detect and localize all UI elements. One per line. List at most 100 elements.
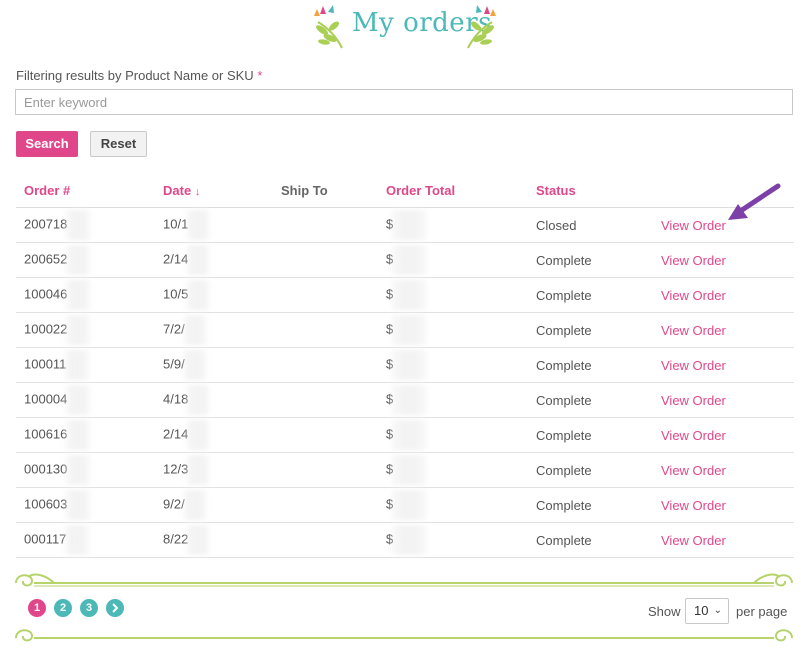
page-3-button[interactable]: 3 [80,599,98,617]
redacted-blur [186,455,211,485]
sort-down-arrow-icon: ↓ [194,185,201,198]
order-total-column-header[interactable]: Order Total [378,173,528,208]
order-number: 100022 [24,321,68,337]
status-cell: Complete [528,487,653,523]
action-cell: View Order [653,452,794,488]
order-number-cell: 000130 [16,452,155,488]
action-cell: View Order [653,522,794,558]
right-floral-ornament-icon [467,5,496,49]
order-total-cell: $ [378,277,528,313]
status-column-header[interactable]: Status [528,173,653,208]
ship-to-cell [273,417,378,453]
chevron-down-icon: ⌄ [713,605,722,616]
order-date: 9/2/ [163,496,185,512]
order-date: 7/2/ [163,321,185,337]
chevron-right-icon [112,603,119,613]
redacted-blur [182,350,207,380]
next-page-button[interactable] [106,599,124,617]
status-cell: Complete [528,417,653,453]
search-button[interactable]: Search [16,131,78,157]
reset-button[interactable]: Reset [90,131,147,157]
order-number: 000117 [24,531,67,547]
order-date: 5/9/ [163,356,185,372]
redacted-blur [186,420,211,450]
order-number-cell: 100046 [16,277,155,313]
filter-label: Filtering results by Product Name or SKU… [16,68,262,83]
order-total-cell: $ [378,312,528,348]
redacted-blur [64,350,91,380]
table-row: 100046 10/5 $ Complete View Order [16,277,794,313]
order-date: 4/18 [163,391,189,407]
table-row: 100022 7/2/ $ Complete View Order [16,312,794,348]
orders-table: Order # Date ↓ Ship To Order Total Statu… [16,173,794,558]
order-number: 100011 [24,356,67,372]
view-order-link[interactable]: View Order [661,463,726,478]
per-page-select[interactable]: 10 ⌄ [685,598,729,624]
status-cell: Complete [528,312,653,348]
ship-to-cell [273,277,378,313]
order-total-cell: $ [378,347,528,383]
order-number-cell: 200652 [16,242,155,278]
order-total-cell: $ [378,417,528,453]
page-1-button[interactable]: 1 [28,599,46,617]
view-order-link[interactable]: View Order [661,533,726,548]
order-total-cell: $ [378,522,528,558]
table-row: 100004 4/18 $ Complete View Order [16,382,794,418]
view-order-link[interactable]: View Order [661,253,726,268]
ship-to-cell [273,452,378,488]
page-2-button[interactable]: 2 [54,599,72,617]
show-label: Show [648,604,681,619]
order-number: 100603 [24,496,68,512]
filter-label-text: Filtering results by Product Name or SKU [16,68,254,83]
date-cell: 10/1 [155,207,273,243]
view-order-link[interactable]: View Order [661,358,726,373]
view-order-link[interactable]: View Order [661,323,726,338]
date-cell: 2/14 [155,242,273,278]
status-cell: Complete [528,452,653,488]
date-column-header[interactable]: Date ↓ [155,173,273,208]
redacted-blur [65,490,92,520]
action-cell: View Order [653,347,794,383]
ship-to-cell [273,487,378,523]
order-number: 100616 [24,426,68,442]
table-row: 100616 2/14 $ Complete View Order [16,417,794,453]
status-cell: Complete [528,242,653,278]
per-page-label: per page [736,604,788,619]
order-number: 200652 [24,251,68,267]
order-number-column-header[interactable]: Order # [16,173,155,208]
order-total-cell: $ [378,207,528,243]
order-date: 2/14 [163,426,189,442]
order-date: 12/3 [163,461,189,477]
view-order-link[interactable]: View Order [661,218,726,233]
redacted-blur [65,420,92,450]
keyword-search-input[interactable] [15,89,793,115]
per-page-value: 10 [694,603,709,618]
page-header: My orders [0,0,801,56]
view-order-link[interactable]: View Order [661,498,726,513]
ship-to-cell [273,207,378,243]
view-order-link[interactable]: View Order [661,393,726,408]
redacted-blur [391,245,428,275]
ship-to-cell [273,242,378,278]
date-cell: 2/14 [155,417,273,453]
redacted-blur [186,385,211,415]
pagination: 1 2 3 [28,599,124,617]
table-header-row: Order # Date ↓ Ship To Order Total Statu… [16,173,794,208]
action-cell: View Order [653,382,794,418]
view-order-link[interactable]: View Order [661,288,726,303]
view-order-link[interactable]: View Order [661,428,726,443]
status-cell: Complete [528,347,653,383]
action-cell: View Order [653,277,794,313]
table-row: 100603 9/2/ $ Complete View Order [16,487,794,523]
redacted-blur [391,350,428,380]
status-cell: Closed [528,207,653,243]
redacted-blur [65,455,92,485]
vine-divider-top-icon [15,573,793,587]
redacted-blur [391,490,428,520]
redacted-blur [391,420,428,450]
redacted-blur [182,490,207,520]
ship-to-column-header: Ship To [273,173,378,208]
table-row: 200718 10/1 $ Closed View Order [16,207,794,243]
redacted-blur [186,245,211,275]
order-number-cell: 000117 [16,522,155,558]
